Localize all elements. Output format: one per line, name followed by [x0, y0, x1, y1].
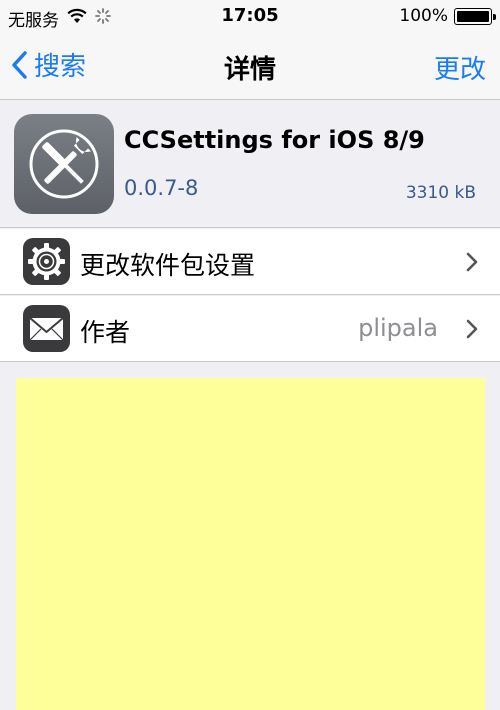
modify-button[interactable]: 更改: [434, 49, 486, 86]
package-name: CCSettings for iOS 8/9: [124, 126, 425, 154]
chevron-right-icon: [466, 319, 478, 343]
status-bar: 无服务 17:05 100%: [0, 0, 500, 32]
navigation-bar: 搜索 详情 更改: [0, 32, 500, 100]
tools-icon: [14, 114, 114, 214]
package-size: 3310 kB: [405, 183, 476, 203]
back-button-label: 搜索: [34, 52, 87, 82]
envelope-icon: [23, 305, 70, 352]
description-content-area: [16, 378, 485, 710]
back-button[interactable]: 搜索: [10, 46, 86, 83]
status-right: 100%: [399, 6, 496, 26]
chevron-left-icon: [10, 50, 28, 80]
package-version: 0.0.7-8: [124, 176, 199, 200]
row-label-settings: 更改软件包设置: [80, 251, 256, 280]
screen: 无服务 17:05 100% 搜索 详情 更改 CCSettings for i…: [0, 0, 500, 710]
battery-fill: [457, 10, 489, 22]
package-header: CCSettings for iOS 8/9 0.0.7-8 3310 kB: [0, 101, 500, 228]
battery-icon: [454, 7, 496, 25]
row-label-author: 作者: [80, 318, 131, 347]
battery-nub: [493, 13, 496, 20]
row-value-author: plipala: [358, 314, 438, 342]
row-package-settings[interactable]: 更改软件包设置: [0, 229, 500, 295]
battery-percent: 100%: [399, 6, 448, 26]
chevron-right-icon: [466, 252, 478, 276]
row-author[interactable]: 作者 plipala: [0, 296, 500, 362]
gear-icon: [23, 238, 70, 285]
